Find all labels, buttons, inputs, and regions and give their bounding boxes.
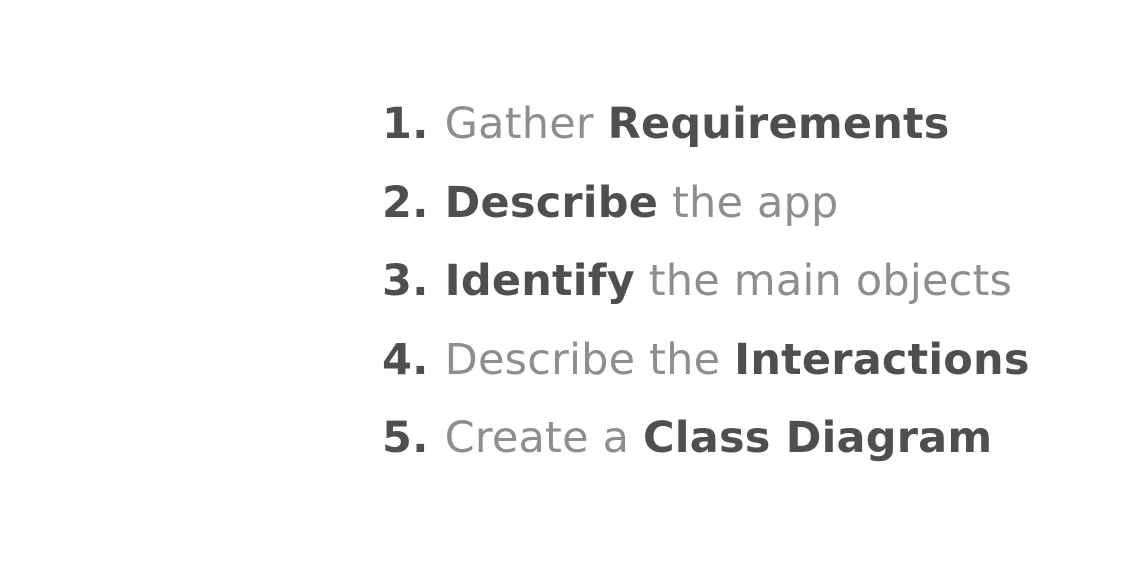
step-item: 1. Gather Requirements	[382, 92, 1030, 171]
step-text-light: the app	[658, 177, 839, 228]
step-item: 5. Create a Class Diagram	[382, 406, 1030, 485]
step-item: 4. Describe the Interactions	[382, 328, 1030, 407]
step-text-light: Create a	[444, 413, 644, 463]
step-number: 2.	[382, 177, 429, 228]
step-number: 4.	[382, 334, 429, 385]
step-text-bold: Requirements	[607, 99, 950, 149]
step-text-bold: Identify	[444, 256, 635, 306]
step-item: 2. Describe the app	[382, 171, 1030, 250]
step-text-bold: Describe	[444, 177, 659, 228]
steps-list: 1. Gather Requirements 2. Describe the app…	[382, 92, 1030, 485]
slide: 1. Gather Requirements 2. Describe the app…	[0, 0, 1137, 581]
step-number: 1.	[382, 99, 429, 149]
step-text-light: Gather	[444, 99, 608, 149]
step-number: 5.	[382, 413, 429, 463]
step-item: 3. Identify the main objects	[382, 249, 1030, 328]
step-text-bold: Class Diagram	[643, 413, 993, 463]
step-text-bold: Interactions	[734, 334, 1030, 385]
step-text-light: the main objects	[634, 256, 1013, 306]
step-number: 3.	[382, 256, 429, 306]
step-text-light: Describe the	[444, 334, 735, 385]
